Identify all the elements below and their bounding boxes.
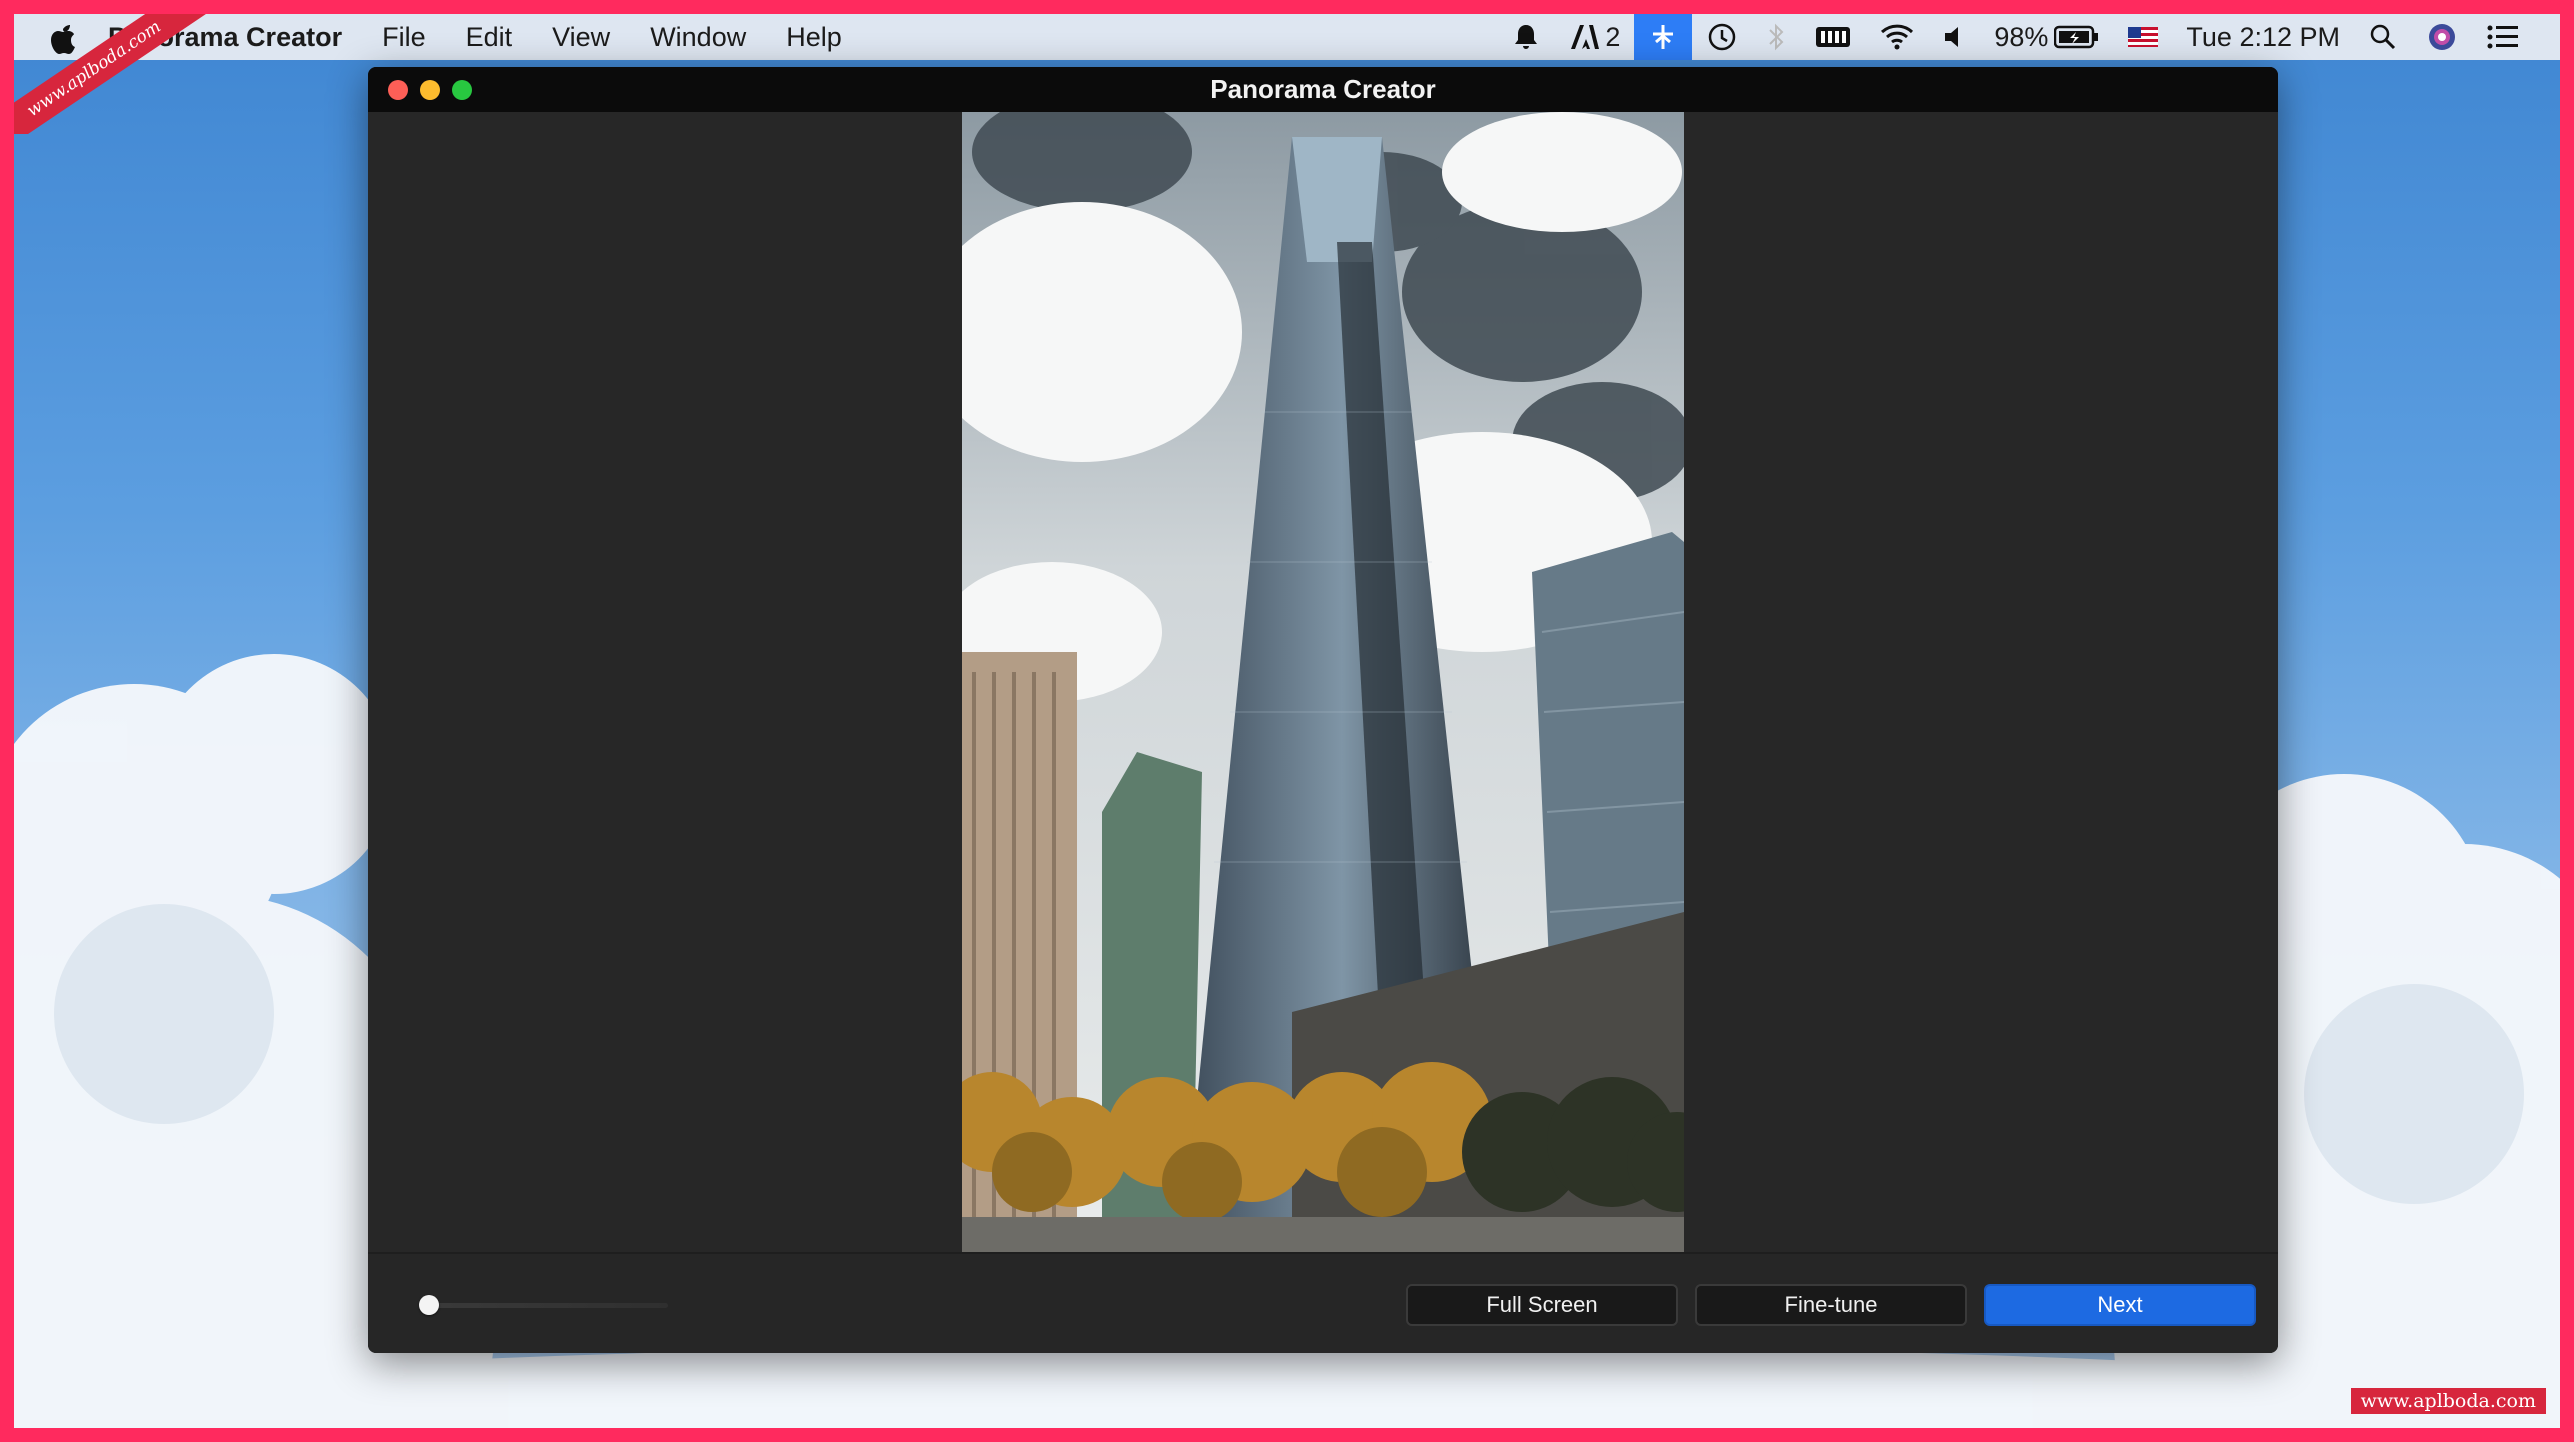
zoom-window-button[interactable] (452, 80, 472, 100)
bottom-toolbar: Full Screen Fine-tune Next (368, 1252, 2278, 1353)
panorama-preview-image (962, 112, 1684, 1252)
app-window: Panorama Creator Full Screen Fine-tune N… (368, 67, 2278, 1353)
menu-file[interactable]: File (362, 14, 446, 60)
desktop: Panorama Creator File Edit View Window H… (14, 14, 2560, 1428)
notification-center-icon[interactable] (2472, 14, 2534, 60)
memory-icon[interactable] (1800, 14, 1866, 60)
minimize-window-button[interactable] (420, 80, 440, 100)
wifi-icon[interactable] (1866, 14, 1928, 60)
next-button[interactable]: Next (1984, 1284, 2256, 1326)
battery-icon (2054, 25, 2099, 49)
adobe-icon (1571, 25, 1600, 49)
battery-status[interactable]: 98% (1980, 14, 2114, 60)
watermark-corner-text: www.aplboda.com (14, 14, 212, 134)
extension-icon[interactable] (1634, 14, 1693, 60)
notification-count: 2 (1605, 21, 1621, 52)
watermark-footer: www.aplboda.com (2350, 1388, 2546, 1414)
spotlight-search-icon[interactable] (2354, 14, 2412, 60)
close-window-button[interactable] (388, 80, 408, 100)
siri-icon[interactable] (2412, 14, 2472, 60)
menu-bar: Panorama Creator File Edit View Window H… (14, 14, 2560, 60)
battery-percent: 98% (1994, 21, 2049, 52)
menu-edit[interactable]: Edit (446, 14, 533, 60)
bluetooth-icon[interactable] (1752, 14, 1800, 60)
title-bar[interactable]: Panorama Creator (368, 67, 2278, 112)
input-source-flag-icon[interactable] (2114, 14, 2172, 60)
zoom-slider[interactable] (422, 1303, 668, 1308)
clock[interactable]: Tue 2:12 PM (2172, 14, 2354, 60)
bell-icon[interactable] (1497, 14, 1555, 60)
preview-area (368, 112, 2278, 1252)
fine-tune-button[interactable]: Fine-tune (1695, 1284, 1967, 1326)
full-screen-button[interactable]: Full Screen (1406, 1284, 1678, 1326)
window-title: Panorama Creator (1210, 74, 1436, 104)
volume-icon[interactable] (1928, 14, 1980, 60)
menu-window[interactable]: Window (630, 14, 766, 60)
menu-view[interactable]: View (532, 14, 630, 60)
adobe-status[interactable]: 2 (1555, 14, 1634, 60)
menu-help[interactable]: Help (766, 14, 862, 60)
watermark-corner: www.aplboda.com (14, 14, 214, 134)
zoom-slider-knob[interactable] (419, 1295, 440, 1315)
time-machine-icon[interactable] (1692, 14, 1752, 60)
